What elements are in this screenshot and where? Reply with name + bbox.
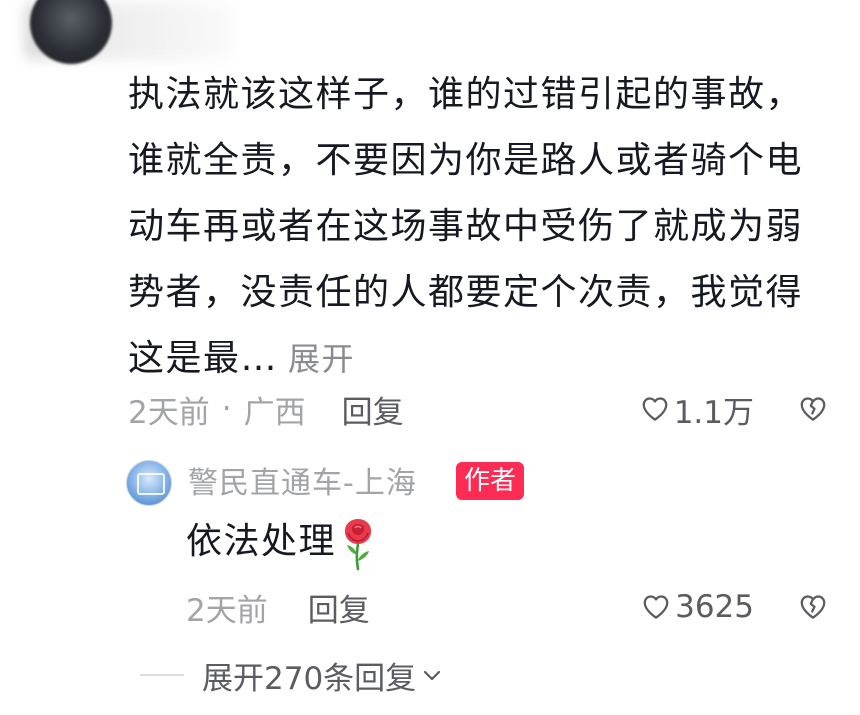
author-reply-body[interactable]: 依法处理 xyxy=(186,514,378,571)
comment-time: 2天前 xyxy=(128,394,210,431)
author-reply-meta-row: 2天前 回复 3625 xyxy=(186,584,828,630)
rose-emoji-icon xyxy=(344,519,372,571)
author-like-group: 3625 xyxy=(641,584,828,630)
heart-outline-icon[interactable] xyxy=(641,592,671,622)
author-reply-time: 2天前 xyxy=(186,592,268,629)
comment-body[interactable]: 执法就该这样子，谁的过错引起的事故，谁就全责，不要因为你是路人或者骑个电动车再或… xyxy=(128,62,838,392)
author-badge: 作者 xyxy=(456,462,525,500)
comment-like-count: 1.1万 xyxy=(673,394,754,431)
expand-divider-line xyxy=(140,674,184,676)
heart-outline-icon[interactable] xyxy=(640,394,670,424)
author-reply-text: 依法处理 xyxy=(186,521,337,562)
author-like-count: 3625 xyxy=(675,589,754,625)
broken-heart-outline-icon[interactable] xyxy=(798,394,828,424)
expand-replies-label: 展开270条回复 xyxy=(202,660,417,697)
meta-separator: · xyxy=(221,391,232,427)
comment-location: 广西 xyxy=(243,394,306,431)
comment-text: 执法就该这样子，谁的过错引起的事故，谁就全责，不要因为你是路人或者骑个电动车再或… xyxy=(128,74,804,379)
comment-like-group: 1.1万 xyxy=(640,386,828,432)
author-name[interactable]: 警民直通车-上海 xyxy=(188,458,417,502)
comment-reply-button[interactable]: 回复 xyxy=(342,387,404,432)
author-reply-button[interactable]: 回复 xyxy=(308,585,370,630)
expand-comment-button[interactable]: 展开 xyxy=(288,340,355,378)
broken-heart-outline-icon[interactable] xyxy=(798,592,828,622)
author-avatar[interactable] xyxy=(126,460,172,506)
expand-replies-button[interactable]: 展开270条回复 xyxy=(140,652,444,698)
chevron-down-icon xyxy=(424,670,441,681)
comment-meta-row: 2天前 · 广西 回复 1.1万 xyxy=(128,386,828,432)
